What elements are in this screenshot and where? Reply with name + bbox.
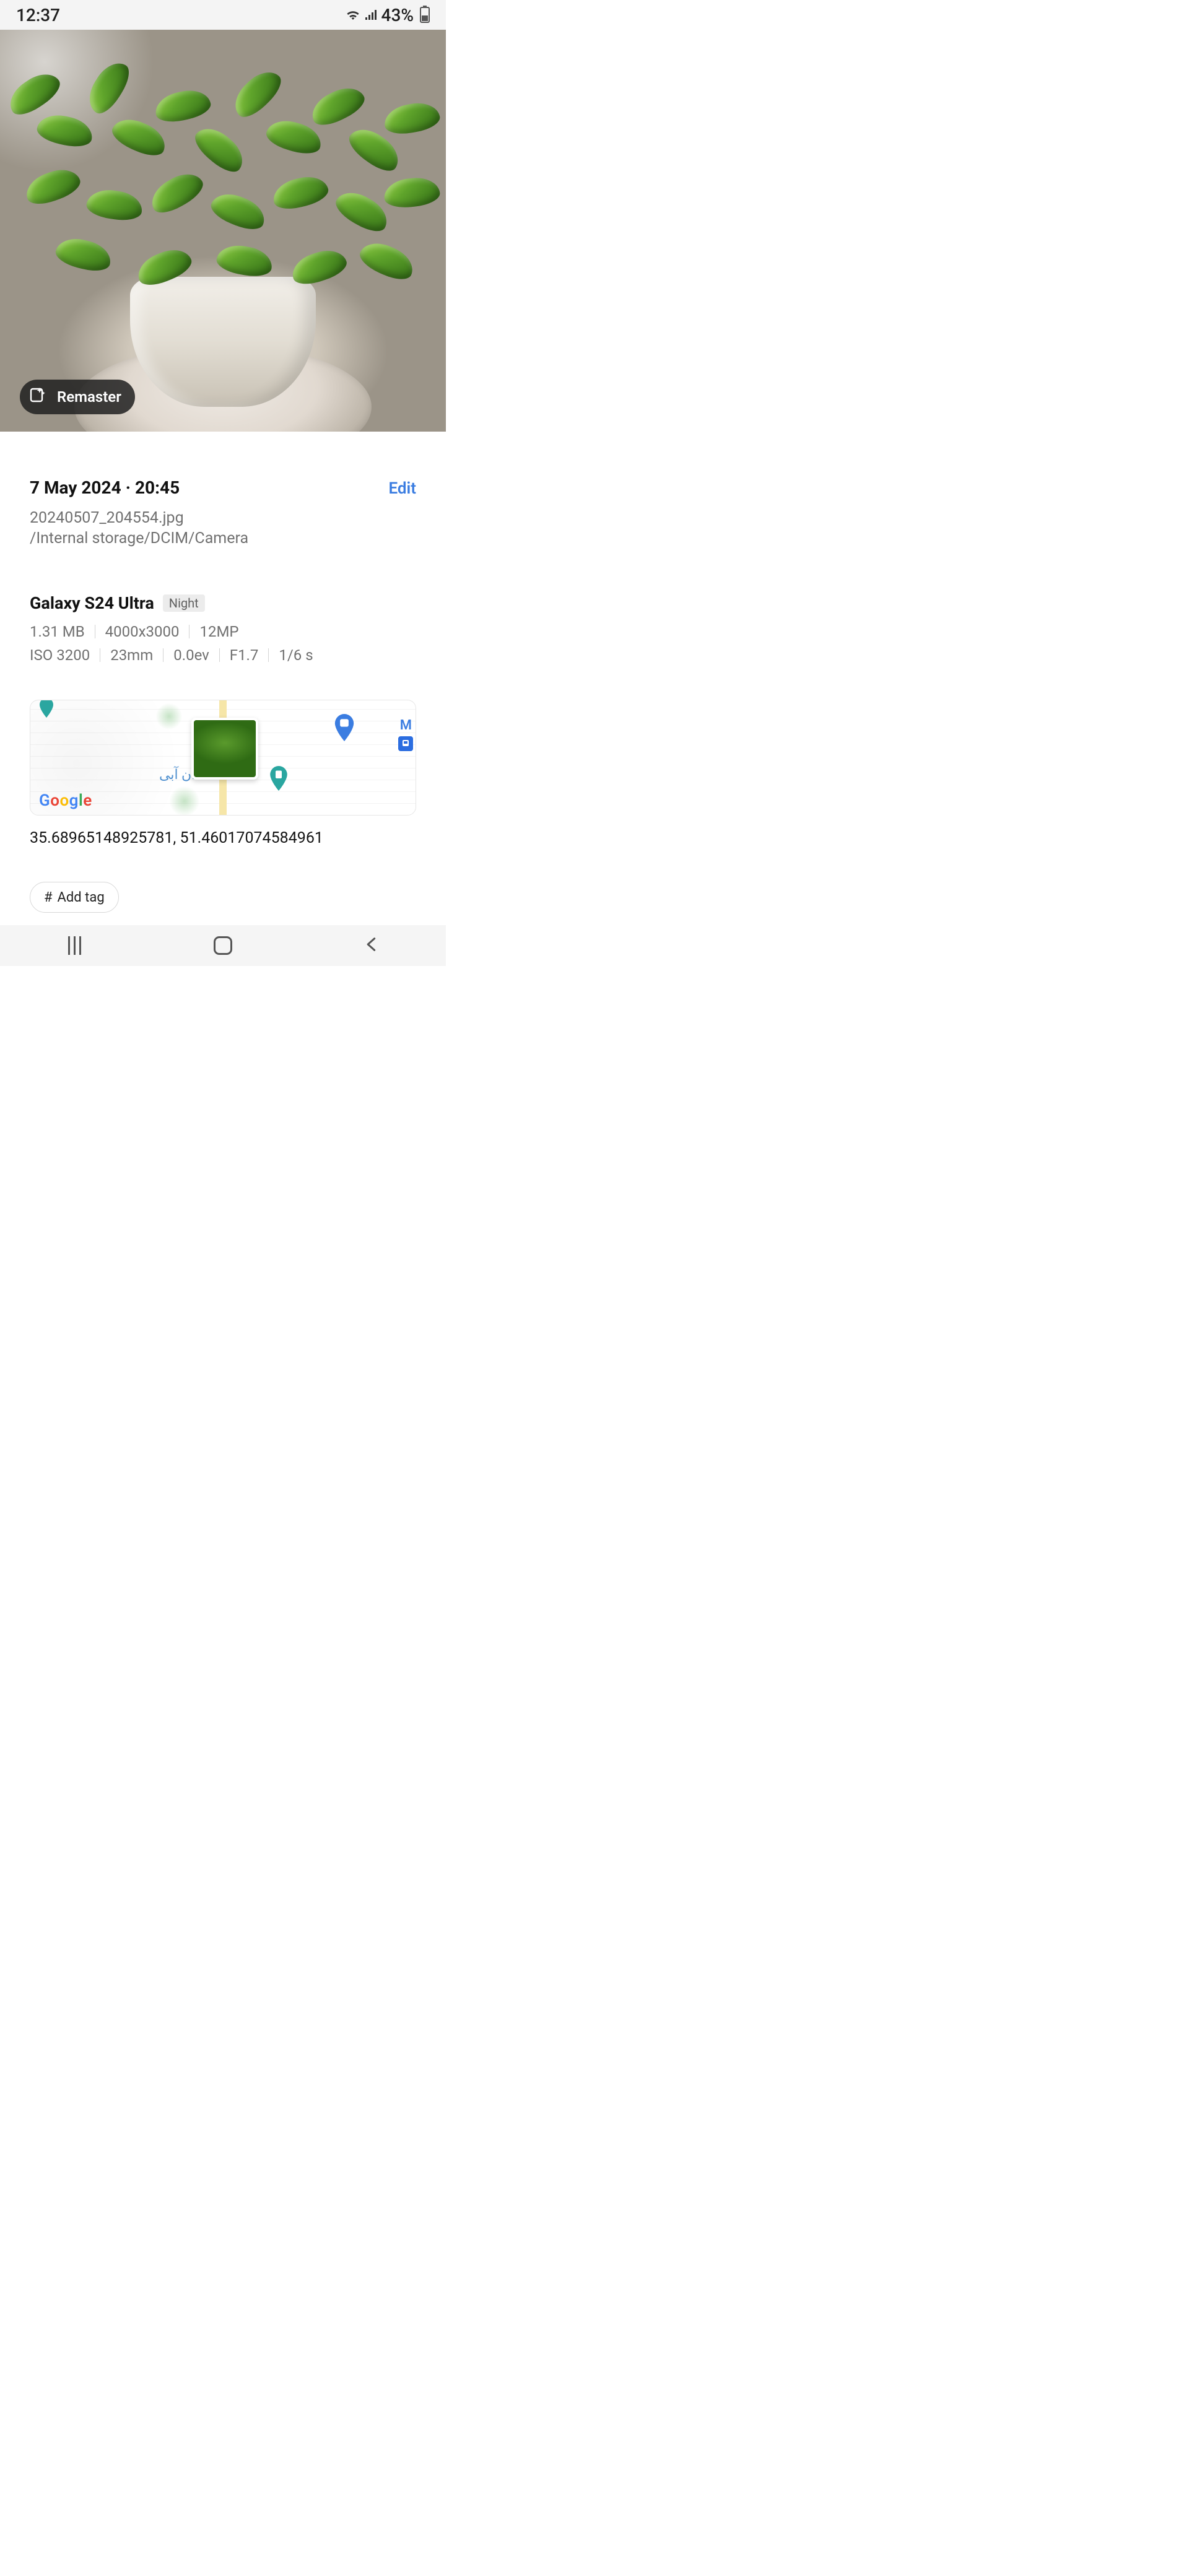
battery-percent: 43% [381, 5, 414, 25]
status-time: 12:37 [16, 5, 60, 25]
battery-icon [420, 7, 430, 23]
nav-recents-button[interactable] [68, 936, 81, 955]
coordinates: 35.68965148925781, 51.46017074584961 [30, 829, 416, 847]
photo-datetime: 7 May 2024 · 20:45 [30, 477, 180, 498]
spec-iso: ISO 3200 [30, 646, 90, 664]
mode-badge: Night [163, 594, 205, 612]
sparkle-icon [28, 385, 48, 409]
specs-row-1: 1.31 MB 4000x3000 12MP [30, 623, 416, 640]
map-pin-icon [334, 714, 355, 741]
spec-aperture: F1.7 [230, 646, 259, 664]
nav-home-button[interactable] [214, 936, 232, 955]
photo-preview[interactable]: Remaster [0, 30, 446, 432]
remaster-label: Remaster [57, 388, 121, 406]
photo-details: 7 May 2024 · 20:45 Edit 20240507_204554.… [0, 432, 446, 925]
location-map[interactable]: M ان آبی Google [30, 700, 416, 816]
status-right: 43% [346, 5, 430, 25]
spec-shutter: 1/6 s [279, 646, 313, 664]
metro-icon [398, 736, 413, 751]
hash-icon: # [44, 890, 53, 905]
map-text: M [400, 718, 412, 733]
system-nav-bar [0, 925, 446, 966]
map-pin-icon [269, 766, 288, 791]
add-tag-button[interactable]: # Add tag [30, 882, 119, 913]
spec-filesize: 1.31 MB [30, 623, 85, 640]
status-bar: 12:37 43% [0, 0, 446, 30]
add-tag-label: Add tag [58, 890, 105, 905]
wifi-icon [346, 9, 360, 21]
device-name: Galaxy S24 Ultra [30, 593, 154, 613]
photo-decor [0, 67, 446, 333]
google-logo: Google [39, 791, 92, 810]
signal-icon [364, 9, 378, 21]
spec-ev: 0.0ev [173, 646, 209, 664]
spec-focal: 23mm [110, 646, 153, 664]
edit-button[interactable]: Edit [388, 479, 416, 498]
photo-filepath: /Internal storage/DCIM/Camera [30, 529, 416, 547]
photo-filename: 20240507_204554.jpg [30, 509, 416, 527]
spec-dimensions: 4000x3000 [105, 623, 180, 640]
specs-row-2: ISO 3200 23mm 0.0ev F1.7 1/6 s [30, 646, 416, 664]
nav-back-button[interactable] [363, 936, 380, 955]
map-thumbnail [191, 718, 258, 780]
remaster-button[interactable]: Remaster [20, 380, 135, 414]
spec-megapixels: 12MP [199, 623, 238, 640]
map-pin-icon [39, 700, 54, 718]
map-text: ان آبی [159, 767, 195, 783]
